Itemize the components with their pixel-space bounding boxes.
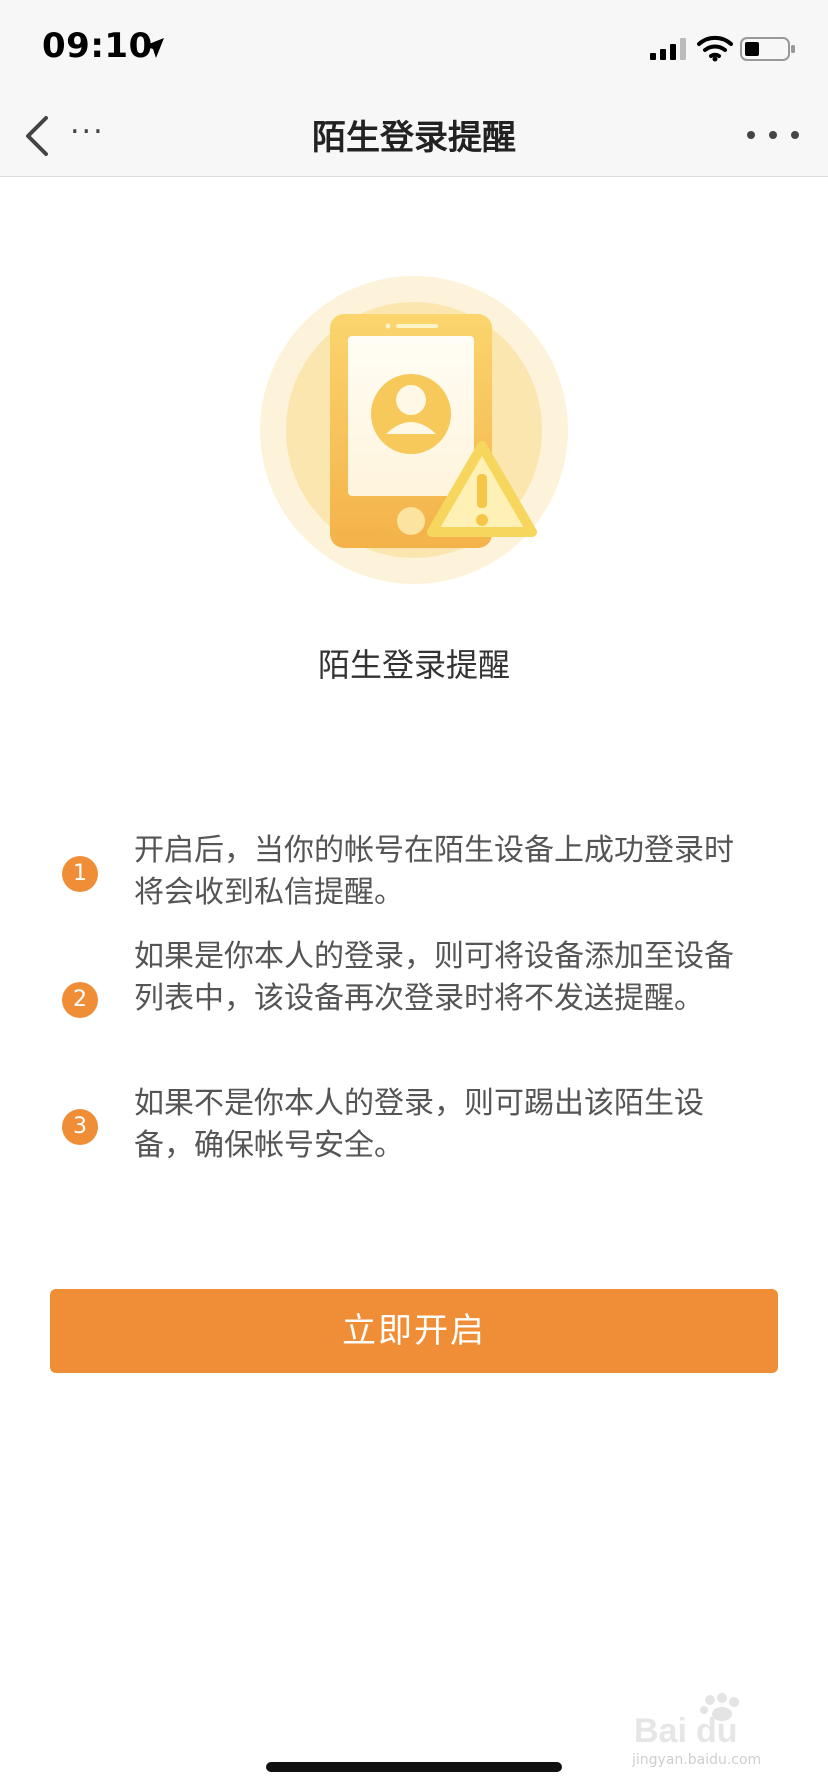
- battery-icon: [740, 37, 795, 61]
- cellular-signal-icon: [650, 38, 686, 60]
- wifi-icon: [697, 35, 733, 62]
- location-arrow-icon: [144, 38, 164, 58]
- phone-warning-icon: [260, 276, 568, 584]
- status-bar: 09:10: [0, 0, 828, 98]
- watermark-url: jingyan.baidu.com: [632, 1752, 762, 1768]
- number-badge: 1: [62, 856, 98, 892]
- list-item-text: 如果不是你本人的登录，则可踢出该陌生设备，确保帐号安全。: [134, 1086, 704, 1163]
- list-item: 3 如果不是你本人的登录，则可踢出该陌生设备，确保帐号安全。: [62, 1083, 762, 1173]
- baidu-watermark-logo: Bai du: [634, 1693, 739, 1750]
- number-badge: 3: [62, 1109, 98, 1145]
- more-button[interactable]: [738, 110, 808, 160]
- more-dots-icon: [747, 131, 799, 139]
- navigation-bar: ... 陌生登录提醒: [0, 98, 828, 177]
- list-item: 2 如果是你本人的登录，则可将设备添加至设备列表中，该设备再次登录时将不发送提醒…: [62, 936, 762, 1066]
- status-time: 09:10: [42, 26, 153, 66]
- section-heading: 陌生登录提醒: [317, 646, 510, 684]
- home-indicator[interactable]: [266, 1762, 562, 1772]
- svg-text:du: du: [696, 1712, 738, 1750]
- page-title: 陌生登录提醒: [312, 118, 516, 158]
- enable-now-button[interactable]: 立即开启: [50, 1289, 778, 1373]
- list-item-text: 如果是你本人的登录，则可将设备添加至设备列表中，该设备再次登录时将不发送提醒。: [134, 939, 734, 1016]
- list-item-text: 开启后，当你的帐号在陌生设备上成功登录时将会收到私信提醒。: [134, 833, 734, 910]
- list-item: 1 开启后，当你的帐号在陌生设备上成功登录时将会收到私信提醒。: [62, 830, 762, 920]
- number-badge: 2: [62, 982, 98, 1018]
- svg-text:Bai: Bai: [634, 1712, 687, 1750]
